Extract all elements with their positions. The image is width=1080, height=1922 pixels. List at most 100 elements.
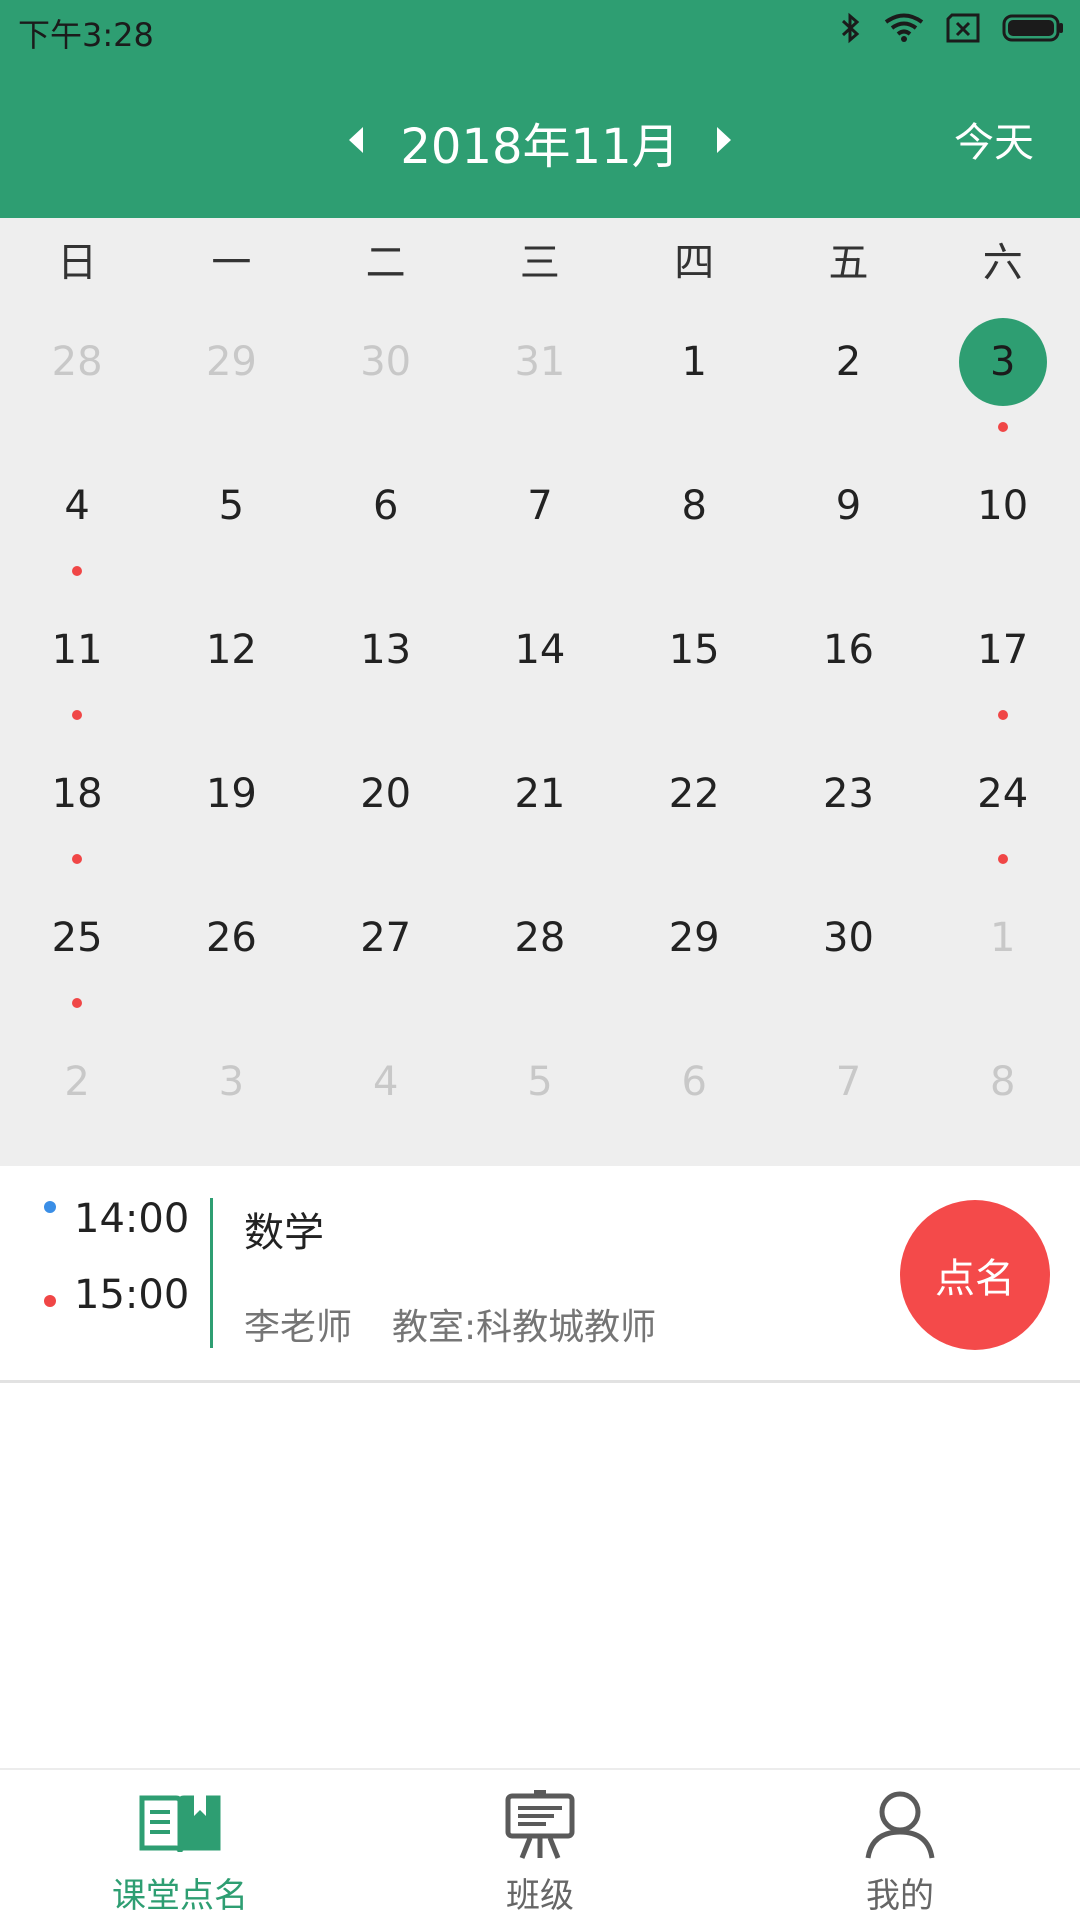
calendar-day[interactable]: 20: [309, 740, 463, 884]
calendar-day[interactable]: 29: [617, 884, 771, 1028]
rollcall-button[interactable]: 点名: [900, 1200, 1050, 1350]
day-number-text: 20: [360, 771, 412, 817]
calendar-day[interactable]: 1: [926, 884, 1080, 1028]
chevron-right-icon: [715, 125, 733, 159]
day-number-text: 18: [51, 771, 103, 817]
day-number: 7: [771, 1038, 925, 1126]
end-time-dot: [44, 1295, 56, 1307]
lesson-card[interactable]: 14:00 15:00 数学 李老师 教室:科教城教师 点名: [0, 1166, 1080, 1380]
calendar-day[interactable]: 10: [926, 452, 1080, 596]
calendar-day[interactable]: 7: [463, 452, 617, 596]
day-number-text: 29: [205, 339, 257, 385]
calendar-day[interactable]: 1: [617, 308, 771, 452]
day-number-text: 10: [977, 483, 1029, 529]
calendar-day[interactable]: 23: [771, 740, 925, 884]
day-number: 27: [309, 894, 463, 982]
calendar-day[interactable]: 2: [771, 308, 925, 452]
calendar-day[interactable]: 2: [0, 1028, 154, 1172]
calendar-day[interactable]: 27: [309, 884, 463, 1028]
start-time-dot: [44, 1201, 56, 1213]
calendar-day[interactable]: 22: [617, 740, 771, 884]
day-number: 30: [309, 318, 463, 406]
calendar-day[interactable]: 25: [0, 884, 154, 1028]
day-number-text: 5: [527, 1059, 553, 1105]
calendar-day[interactable]: 31: [463, 308, 617, 452]
day-number: 9: [771, 462, 925, 550]
end-time-row: 15:00: [44, 1272, 189, 1318]
event-dot: [997, 422, 1008, 432]
next-month-button[interactable]: [704, 122, 744, 162]
app-header: 下午3:28 2018年11月 今天: [0, 0, 1080, 218]
day-number: 11: [0, 606, 154, 694]
calendar-day[interactable]: 15: [617, 596, 771, 740]
calendar-day[interactable]: 3: [154, 1028, 308, 1172]
calendar-day[interactable]: 30: [309, 308, 463, 452]
nav-item-mine[interactable]: 我的: [720, 1770, 1080, 1922]
event-dot: [72, 710, 83, 720]
day-number: 24: [926, 750, 1080, 838]
calendar-day[interactable]: 9: [771, 452, 925, 596]
calendar-day[interactable]: 29: [154, 308, 308, 452]
calendar-day[interactable]: 26: [154, 884, 308, 1028]
weekday-label: 二: [365, 240, 406, 286]
calendar-day[interactable]: 28: [463, 884, 617, 1028]
day-number-text: 2: [835, 339, 862, 385]
calendar-day[interactable]: 7: [771, 1028, 925, 1172]
day-number-text: 5: [218, 483, 245, 529]
lesson-subject: 数学: [244, 1210, 324, 1256]
divider: [0, 1380, 1080, 1383]
calendar-week: 2 3 4 5 6 7 8: [0, 1028, 1080, 1172]
calendar-day[interactable]: 13: [309, 596, 463, 740]
calendar-day[interactable]: 4: [309, 1028, 463, 1172]
today-button[interactable]: 今天: [954, 110, 1034, 168]
calendar: 日 一 二 三 四 五 六 28 29 30 31 1 2 3 4 5 6 7 8 9 10 11 12 13 1…: [0, 218, 1080, 1166]
calendar-day[interactable]: 11: [0, 596, 154, 740]
end-time: 15:00: [74, 1272, 190, 1318]
calendar-day[interactable]: 21: [463, 740, 617, 884]
calendar-day[interactable]: 14: [463, 596, 617, 740]
event-dot: [72, 566, 83, 576]
nav-item-rollcall[interactable]: 课堂点名: [0, 1770, 360, 1922]
calendar-day[interactable]: 5: [463, 1028, 617, 1172]
day-number: 10: [926, 462, 1080, 550]
time-divider: [210, 1198, 213, 1348]
calendar-day[interactable]: 12: [154, 596, 308, 740]
day-number-text: 12: [205, 627, 257, 673]
day-number: 6: [309, 462, 463, 550]
status-icons: [840, 12, 1064, 44]
day-number-text: 7: [835, 1059, 862, 1105]
calendar-day[interactable]: 24: [926, 740, 1080, 884]
sim-error-icon: [946, 13, 980, 43]
battery-icon: [1002, 14, 1064, 42]
nav-item-class[interactable]: 班级: [360, 1770, 720, 1922]
day-number-text: 31: [514, 339, 566, 385]
calendar-day[interactable]: 6: [309, 452, 463, 596]
calendar-day[interactable]: 4: [0, 452, 154, 596]
day-number-text: 13: [360, 627, 412, 673]
calendar-day[interactable]: 18: [0, 740, 154, 884]
calendar-day[interactable]: 30: [771, 884, 925, 1028]
day-number-text: 2: [64, 1059, 90, 1105]
calendar-day[interactable]: 8: [926, 1028, 1080, 1172]
calendar-week: 25 26 27 28 29 30 1: [0, 884, 1080, 1028]
calendar-day[interactable]: 16: [771, 596, 925, 740]
calendar-grid: 28 29 30 31 1 2 3 4 5 6 7 8 9 10 11 12 13 14 15 16 17 18 19 20 2…: [0, 308, 1080, 1172]
day-number: 31: [463, 318, 617, 406]
day-number: 25: [0, 894, 154, 982]
lesson-room: 教室:科教城教师: [392, 1307, 657, 1348]
calendar-day[interactable]: 17: [926, 596, 1080, 740]
day-number: 21: [463, 750, 617, 838]
day-number: 30: [771, 894, 925, 982]
day-number: 2: [0, 1038, 154, 1126]
calendar-day[interactable]: 5: [154, 452, 308, 596]
calendar-day[interactable]: 19: [154, 740, 308, 884]
day-number-text: 24: [977, 771, 1029, 817]
prev-month-button[interactable]: [336, 122, 376, 162]
weekday-label: 五: [828, 240, 869, 286]
day-number-text: 3: [990, 339, 1016, 385]
bluetooth-icon: [840, 12, 862, 44]
calendar-day[interactable]: 6: [617, 1028, 771, 1172]
calendar-day-selected[interactable]: 3: [926, 308, 1080, 452]
calendar-day[interactable]: 28: [0, 308, 154, 452]
calendar-day[interactable]: 8: [617, 452, 771, 596]
